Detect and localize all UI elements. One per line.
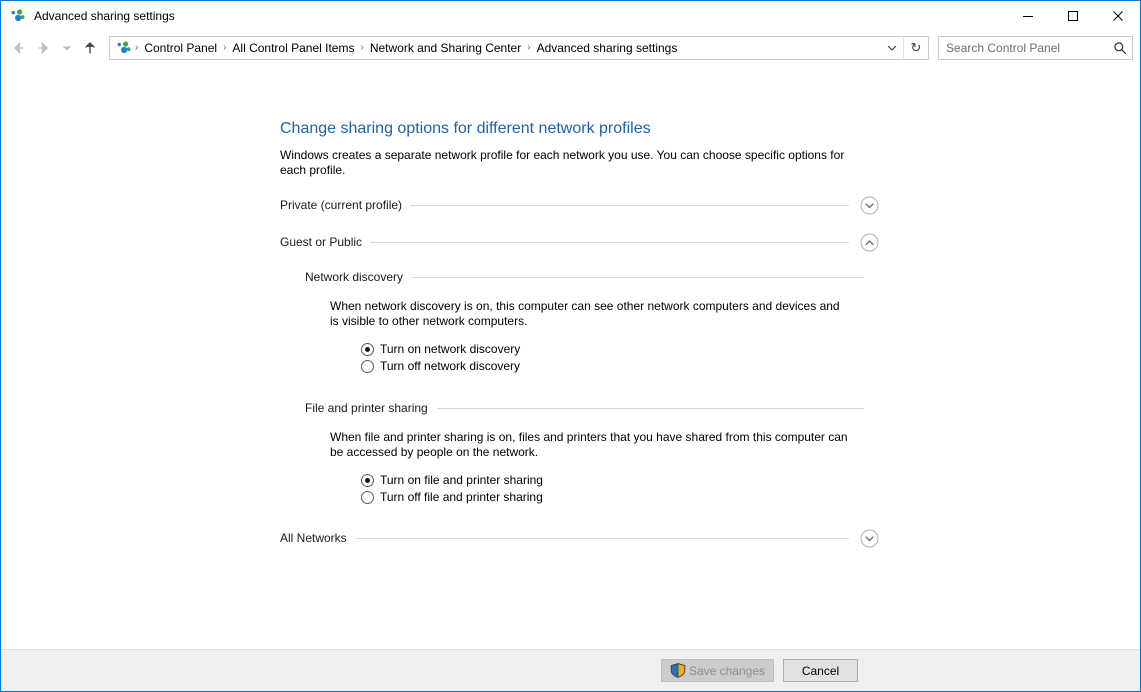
breadcrumb: › Control Panel › All Control Panel Item… [134,37,881,59]
cancel-button[interactable]: Cancel [783,659,858,682]
radio-turn-on-network-discovery[interactable]: Turn on network discovery [361,341,880,358]
up-one-level-button[interactable] [77,35,103,61]
profile-label-private: Private (current profile) [280,198,410,212]
profile-rule [370,242,849,243]
section-label-network-discovery: Network discovery [305,270,412,284]
address-bar: › Control Panel › All Control Panel Item… [1,31,1140,65]
radio-label: Turn off network discovery [380,359,520,374]
breadcrumb-item-control-panel[interactable]: Control Panel [139,37,222,59]
search-box[interactable] [938,36,1133,60]
save-changes-label: Save changes [689,664,765,678]
recent-locations-button[interactable] [57,35,77,61]
content-area: Change sharing options for different net… [1,65,1140,649]
radio-indicator [361,491,374,504]
section-description-file-and-printer-sharing: When file and printer sharing is on, fil… [330,430,849,460]
search-input[interactable] [939,41,1108,55]
chevron-down-circle-icon[interactable] [858,527,880,549]
breadcrumb-bar[interactable]: › Control Panel › All Control Panel Item… [109,36,929,60]
window-title: Advanced sharing settings [34,8,175,24]
profile-rule [355,538,849,539]
radio-turn-off-file-and-printer-sharing[interactable]: Turn off file and printer sharing [361,489,880,506]
section-file-and-printer-sharing: File and printer sharing When file and p… [305,399,880,506]
radio-indicator [361,343,374,356]
radio-label: Turn on file and printer sharing [380,473,543,488]
radio-turn-off-network-discovery[interactable]: Turn off network discovery [361,358,880,375]
uac-shield-icon [670,663,686,678]
profile-group-guest-or-public[interactable]: Guest or Public [280,232,880,252]
maximize-button[interactable] [1050,1,1095,31]
settings-page: Change sharing options for different net… [280,119,880,548]
radio-indicator [361,360,374,373]
profile-label-all-networks: All Networks [280,531,355,545]
chevron-down-circle-icon[interactable] [858,194,880,216]
save-changes-button[interactable]: Save changes [661,659,774,682]
radio-label: Turn off file and printer sharing [380,490,543,505]
section-rule [412,277,864,278]
advanced-sharing-settings-window: Advanced sharing settings [0,0,1141,692]
profile-group-all-networks[interactable]: All Networks [280,528,880,548]
breadcrumb-item-all-control-panel-items[interactable]: All Control Panel Items [227,37,359,59]
profile-rule [410,205,849,206]
chevron-up-circle-icon[interactable] [858,231,880,253]
back-button[interactable] [5,35,31,61]
radio-indicator [361,474,374,487]
minimize-button[interactable] [1005,1,1050,31]
footer-button-bar: Save changes Cancel [1,649,1140,691]
profile-group-private[interactable]: Private (current profile) [280,195,880,215]
network-sharing-icon [10,8,26,24]
page-title: Change sharing options for different net… [280,119,880,139]
profile-label-guest-or-public: Guest or Public [280,235,370,249]
page-description: Windows creates a separate network profi… [280,148,848,178]
refresh-icon[interactable]: ↻ [903,37,928,59]
cancel-label: Cancel [802,664,839,678]
search-icon[interactable] [1108,41,1132,55]
breadcrumb-item-advanced-sharing-settings[interactable]: Advanced sharing settings [532,37,683,59]
close-button[interactable] [1095,1,1140,31]
title-bar: Advanced sharing settings [1,1,1140,31]
radio-group-network-discovery: Turn on network discovery Turn off netwo… [361,341,880,375]
window-controls [1005,1,1140,31]
forward-button[interactable] [31,35,57,61]
section-network-discovery: Network discovery When network discovery… [305,268,880,375]
section-header-network-discovery: Network discovery [305,268,880,286]
breadcrumb-network-sharing-icon [116,40,132,56]
breadcrumb-item-network-and-sharing-center[interactable]: Network and Sharing Center [365,37,526,59]
section-label-file-and-printer-sharing: File and printer sharing [305,401,437,415]
radio-turn-on-file-and-printer-sharing[interactable]: Turn on file and printer sharing [361,472,880,489]
radio-label: Turn on network discovery [380,342,520,357]
chevron-down-icon[interactable] [881,37,903,59]
radio-group-file-and-printer-sharing: Turn on file and printer sharing Turn of… [361,472,880,506]
section-header-file-and-printer-sharing: File and printer sharing [305,399,880,417]
section-rule [437,408,864,409]
section-description-network-discovery: When network discovery is on, this compu… [330,299,849,329]
